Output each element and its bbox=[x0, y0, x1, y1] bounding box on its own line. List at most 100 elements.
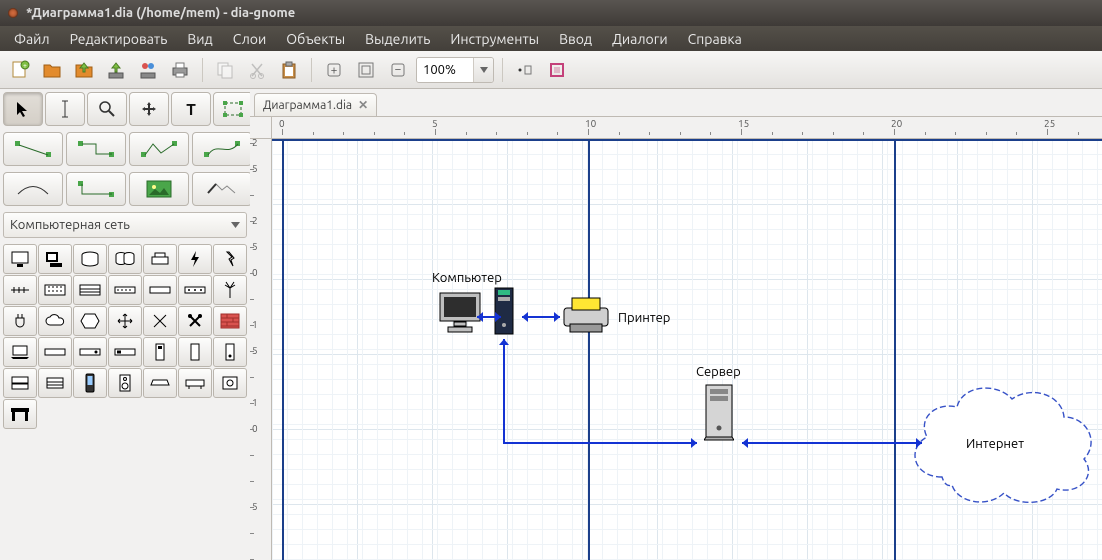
tool-image[interactable] bbox=[129, 172, 189, 206]
zoom-out-icon[interactable]: − bbox=[384, 56, 412, 84]
shape-modem-1[interactable] bbox=[38, 337, 72, 367]
shape-firewall[interactable] bbox=[213, 306, 247, 336]
export-icon[interactable] bbox=[134, 56, 162, 84]
shape-hexagon[interactable] bbox=[73, 306, 107, 336]
shape-switch[interactable] bbox=[108, 275, 142, 305]
zoom-input[interactable] bbox=[417, 58, 473, 82]
shape-cloud[interactable] bbox=[38, 306, 72, 336]
shape-plotter[interactable] bbox=[178, 368, 212, 398]
tool-pointer[interactable] bbox=[3, 92, 43, 126]
shape-move-arrows[interactable] bbox=[108, 306, 142, 336]
shape-router[interactable] bbox=[143, 275, 177, 305]
toolbar-separator bbox=[502, 58, 503, 82]
shape-rack[interactable] bbox=[73, 275, 107, 305]
shape-tower-1[interactable] bbox=[143, 337, 177, 367]
tool-text[interactable]: T bbox=[171, 92, 211, 126]
snap-object-icon[interactable] bbox=[543, 56, 571, 84]
save-file-icon[interactable] bbox=[70, 56, 98, 84]
sidebar: T Компьютерная сеть bbox=[0, 89, 250, 560]
shape-storage[interactable] bbox=[73, 244, 107, 274]
tool-zigzag[interactable] bbox=[66, 132, 126, 166]
shape-modem-2[interactable] bbox=[73, 337, 107, 367]
menu-dialogs[interactable]: Диалоги bbox=[604, 28, 676, 50]
menu-tools[interactable]: Инструменты bbox=[442, 28, 547, 50]
snap-grid-icon[interactable] bbox=[511, 56, 539, 84]
tool-text-cursor[interactable] bbox=[45, 92, 85, 126]
shape-disk-array[interactable] bbox=[108, 244, 142, 274]
tool-angle-connector[interactable] bbox=[66, 172, 126, 206]
shape-tower-2[interactable] bbox=[178, 337, 212, 367]
cut-icon[interactable] bbox=[243, 56, 271, 84]
canvas-area: Диаграмма1.dia ✕ 0510152025303540 252501… bbox=[250, 89, 1102, 560]
core-tool-grid: T bbox=[0, 89, 250, 129]
shape-speaker[interactable] bbox=[108, 368, 142, 398]
shape-patch-panel[interactable] bbox=[38, 275, 72, 305]
shape-category-label: Компьютерная сеть bbox=[10, 218, 130, 232]
workspace: T Компьютерная сеть bbox=[0, 89, 1102, 560]
label-printer: Принтер bbox=[618, 311, 670, 325]
main-toolbar: + + − bbox=[0, 51, 1102, 89]
arrow-monitor-tower bbox=[467, 309, 511, 325]
menu-input[interactable]: Ввод bbox=[551, 28, 600, 50]
paste-icon[interactable] bbox=[275, 56, 303, 84]
shape-antenna[interactable] bbox=[213, 275, 247, 305]
shape-bus[interactable] bbox=[3, 275, 37, 305]
menu-edit[interactable]: Редактировать bbox=[62, 28, 176, 50]
tool-polyline[interactable] bbox=[129, 132, 189, 166]
tool-arc[interactable] bbox=[3, 172, 63, 206]
tool-zoom[interactable] bbox=[87, 92, 127, 126]
shape-category-select[interactable]: Компьютерная сеть bbox=[3, 212, 247, 238]
shape-phone[interactable] bbox=[73, 368, 107, 398]
ruler-vertical: 25250151050 bbox=[250, 139, 272, 560]
menu-select[interactable]: Выделить bbox=[357, 28, 438, 50]
page-boundary bbox=[282, 139, 284, 560]
shape-cross-connect[interactable] bbox=[143, 306, 177, 336]
zoom-dropdown-icon[interactable] bbox=[473, 58, 493, 82]
tool-bezier[interactable] bbox=[192, 132, 252, 166]
shape-tower-3[interactable] bbox=[213, 337, 247, 367]
shape-plug[interactable] bbox=[3, 306, 37, 336]
shape-monitor[interactable] bbox=[3, 244, 37, 274]
menu-objects[interactable]: Объекты bbox=[278, 28, 353, 50]
ruler-corner bbox=[250, 117, 272, 139]
zoom-in-icon[interactable]: + bbox=[320, 56, 348, 84]
ruler-horizontal: 0510152025303540 bbox=[272, 117, 1102, 139]
tool-line[interactable] bbox=[3, 132, 63, 166]
shape-flash[interactable] bbox=[178, 244, 212, 274]
zoom-fit-icon[interactable] bbox=[352, 56, 380, 84]
window-title: *Диаграмма1.dia (/home/mem) - dia-gnome bbox=[26, 6, 295, 20]
shape-lightning[interactable] bbox=[213, 244, 247, 274]
page-boundary bbox=[272, 139, 1102, 141]
label-computer: Компьютер bbox=[432, 271, 502, 285]
new-file-icon[interactable]: + bbox=[6, 56, 34, 84]
tab-close-icon[interactable]: ✕ bbox=[358, 98, 368, 112]
menu-layers[interactable]: Слои bbox=[225, 28, 275, 50]
shape-workstation[interactable] bbox=[38, 244, 72, 274]
menu-help[interactable]: Справка bbox=[680, 28, 750, 50]
shape-scanner[interactable] bbox=[143, 368, 177, 398]
shape-genlock[interactable] bbox=[213, 368, 247, 398]
shape-drive[interactable] bbox=[38, 368, 72, 398]
close-window-icon[interactable] bbox=[8, 8, 18, 18]
shape-hub[interactable] bbox=[178, 275, 212, 305]
menu-file[interactable]: Файл bbox=[6, 28, 58, 50]
connector-tool-grid-2 bbox=[0, 169, 250, 209]
shape-printer[interactable] bbox=[143, 244, 177, 274]
shape-desk[interactable] bbox=[3, 399, 37, 429]
document-tab[interactable]: Диаграмма1.dia ✕ bbox=[254, 93, 377, 116]
shape-tools[interactable] bbox=[178, 306, 212, 336]
shape-modem-3[interactable] bbox=[108, 337, 142, 367]
shape-pc-desktop[interactable] bbox=[3, 368, 37, 398]
toolbar-separator bbox=[202, 58, 203, 82]
open-file-icon[interactable] bbox=[38, 56, 66, 84]
menu-view[interactable]: Вид bbox=[179, 28, 220, 50]
tool-box[interactable] bbox=[213, 92, 253, 126]
tool-outline[interactable] bbox=[192, 172, 252, 206]
copy-icon[interactable] bbox=[211, 56, 239, 84]
print-icon[interactable] bbox=[166, 56, 194, 84]
shape-laptop[interactable] bbox=[3, 337, 37, 367]
diagram-canvas[interactable]: Компьютер Принтер Сервер Интернет bbox=[272, 139, 1102, 560]
tool-move[interactable] bbox=[129, 92, 169, 126]
shape-palette bbox=[0, 241, 250, 432]
save-as-icon[interactable] bbox=[102, 56, 130, 84]
